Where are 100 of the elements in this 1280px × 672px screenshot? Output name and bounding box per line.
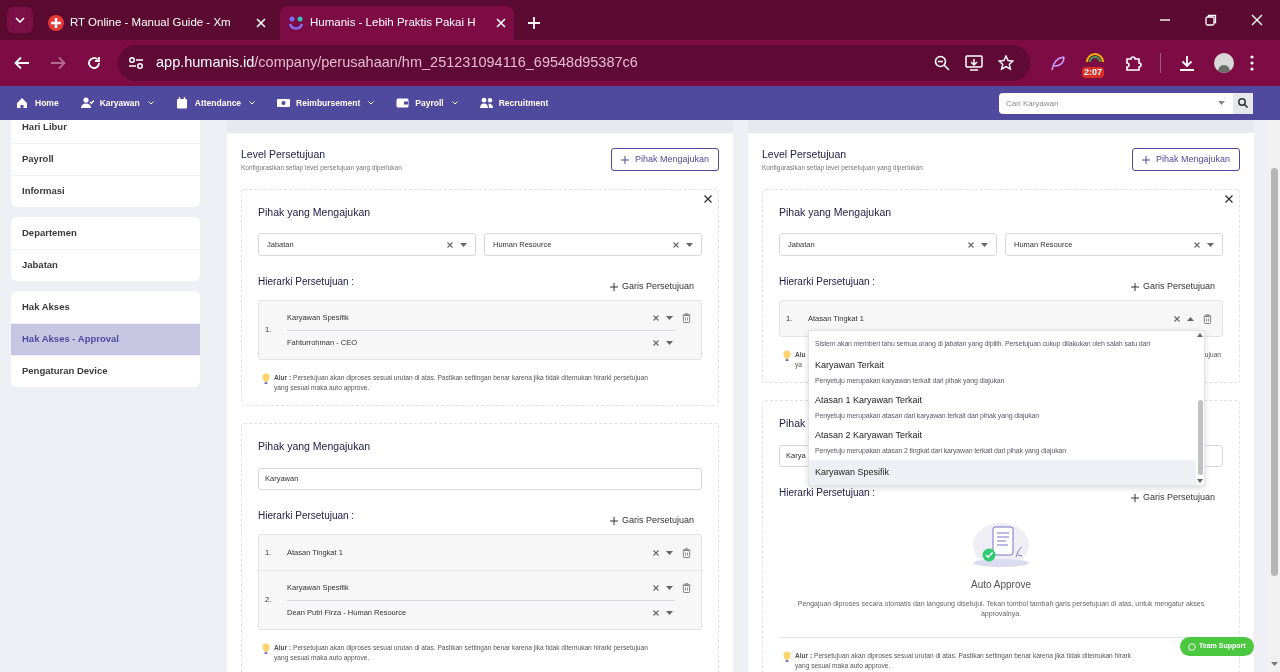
- browser-tab[interactable]: RT Online - Manual Guide - Xm: [40, 6, 274, 40]
- trash-icon[interactable]: [682, 313, 691, 323]
- banknote-icon: [277, 97, 291, 109]
- add-party-button[interactable]: Pihak Mengajukan: [1131, 148, 1240, 171]
- lightbulb-icon: [262, 643, 270, 655]
- sidebar-item[interactable]: Departemen: [11, 217, 200, 249]
- search-field[interactable]: Cari Karyawan: [999, 92, 1233, 114]
- wallet-icon: [396, 97, 410, 109]
- sidebar-item[interactable]: Hari Libur: [11, 120, 200, 143]
- close-icon[interactable]: [704, 195, 712, 203]
- trash-icon[interactable]: [682, 583, 691, 593]
- extension-badge: 2:07: [1082, 67, 1104, 78]
- lightbulb-icon: [783, 350, 791, 362]
- nav-menu-item[interactable]: Karyawan: [80, 96, 154, 110]
- sidebar-item[interactable]: Jabatan: [11, 249, 200, 281]
- add-line-button[interactable]: Garis Persetujuan: [1130, 491, 1215, 505]
- chevron-down-icon: [15, 17, 25, 23]
- plus-icon: [609, 283, 618, 291]
- caret-down-icon[interactable]: [666, 316, 673, 320]
- browser-tab[interactable]: Humanis - Lebih Praktis Pakai H: [280, 6, 514, 40]
- sidebar-item[interactable]: Hak Akses: [11, 291, 200, 323]
- add-line-button[interactable]: Garis Persetujuan: [609, 514, 694, 528]
- plus-icon: [609, 517, 618, 525]
- tab-title: RT Online - Manual Guide - Xm: [70, 15, 232, 31]
- clear-icon[interactable]: [653, 609, 659, 616]
- section-heading: Pihak yang Mengajukan: [258, 440, 372, 452]
- section-heading: Hierarki Persetujuan :: [258, 275, 355, 289]
- favicon-icon: [288, 15, 304, 31]
- sidebar-item[interactable]: Hak Akses - Approval: [11, 323, 200, 355]
- scroll-up-icon: [1197, 333, 1203, 337]
- caret-up-icon[interactable]: [1187, 316, 1194, 321]
- avatar-icon[interactable]: [1214, 53, 1234, 73]
- search-icon: [1238, 98, 1248, 108]
- caret-down-icon[interactable]: [666, 610, 673, 615]
- new-tab-icon[interactable]: [528, 17, 540, 29]
- home-icon: [16, 97, 29, 109]
- caret-down-icon[interactable]: [981, 242, 988, 247]
- nav-menu-item[interactable]: Home: [16, 96, 59, 110]
- option-title: Karyawan Spesifik: [815, 466, 891, 480]
- panel-title: Level Persetujuan: [241, 148, 327, 161]
- clear-icon[interactable]: [653, 339, 659, 346]
- section-heading: Pihak yang Mengajukan: [258, 206, 372, 218]
- page-scrollbar[interactable]: [1268, 120, 1280, 672]
- restore-icon[interactable]: [1205, 14, 1217, 26]
- site-settings-icon[interactable]: [128, 56, 144, 70]
- favicon-icon: [48, 15, 64, 31]
- option-title: Atasan 1 Karyawan Terkait: [815, 394, 923, 407]
- section-heading: Hierarki Persetujuan :: [258, 509, 355, 523]
- sidebar-item[interactable]: Informasi: [11, 175, 200, 207]
- user-check-icon: [80, 97, 94, 109]
- clear-icon[interactable]: [653, 315, 659, 321]
- install-app-icon[interactable]: [965, 55, 983, 71]
- caret-down-icon[interactable]: [666, 550, 673, 555]
- dropdown-option[interactable]: Karyawan Spesifik: [809, 460, 1196, 485]
- sidebar-item[interactable]: Payroll: [11, 143, 200, 175]
- forward-arrow-icon[interactable]: [50, 56, 66, 70]
- clear-icon[interactable]: [653, 549, 659, 556]
- nav-menu-item[interactable]: Reimbursement: [277, 96, 375, 110]
- empty-state-title: Auto Approve: [970, 578, 1031, 592]
- close-icon[interactable]: [1225, 195, 1233, 203]
- trash-icon[interactable]: [682, 547, 691, 558]
- clear-icon[interactable]: [1194, 241, 1200, 248]
- download-icon[interactable]: [1179, 55, 1195, 71]
- add-line-button[interactable]: Garis Persetujuan: [609, 280, 694, 294]
- nav-menu-item[interactable]: Attendance: [175, 96, 256, 110]
- feather-icon[interactable]: [1050, 55, 1066, 71]
- nav-menu-item[interactable]: Recruitment: [479, 96, 549, 110]
- clear-icon[interactable]: [673, 241, 679, 248]
- option-title: Karyawan Terkait: [815, 359, 885, 372]
- clear-icon[interactable]: [1174, 315, 1180, 322]
- plus-icon: [1141, 155, 1150, 164]
- plus-icon: [1130, 283, 1139, 291]
- sidebar-item[interactable]: Pengaturan Device: [11, 355, 200, 387]
- panel-title: Level Persetujuan: [762, 148, 848, 161]
- nav-menu-item[interactable]: Payroll: [396, 96, 458, 110]
- star-icon[interactable]: [998, 55, 1014, 71]
- reload-icon[interactable]: [87, 56, 101, 70]
- puzzle-icon[interactable]: [1124, 54, 1142, 72]
- caret-down-icon[interactable]: [666, 340, 673, 345]
- clear-icon[interactable]: [968, 241, 974, 248]
- add-party-button[interactable]: Pihak Mengajukan: [610, 148, 719, 171]
- caret-down-icon[interactable]: [686, 242, 693, 247]
- address-bar[interactable]: app.humanis.id/company/perusahaan/hm_251231094116_69548d95387c6: [118, 45, 1030, 81]
- caret-down-icon[interactable]: [1207, 242, 1214, 247]
- tab-search-button[interactable]: [7, 7, 33, 33]
- kebab-menu-icon[interactable]: [1250, 55, 1254, 71]
- clear-icon[interactable]: [447, 241, 453, 248]
- add-line-button[interactable]: Garis Persetujuan: [1130, 280, 1215, 294]
- caret-down-icon[interactable]: [1218, 100, 1225, 105]
- scrollbar[interactable]: [1196, 331, 1204, 485]
- section-heading: Hierarki Persetujuan :: [779, 486, 876, 500]
- clear-icon[interactable]: [653, 585, 659, 591]
- users-icon: [479, 97, 493, 109]
- search-button[interactable]: [1233, 92, 1253, 114]
- caret-down-icon[interactable]: [460, 242, 467, 247]
- back-arrow-icon[interactable]: [14, 56, 30, 70]
- lightbulb-icon: [783, 651, 791, 663]
- zoom-out-icon[interactable]: [934, 55, 950, 71]
- trash-icon[interactable]: [1203, 313, 1212, 324]
- caret-down-icon[interactable]: [666, 586, 673, 590]
